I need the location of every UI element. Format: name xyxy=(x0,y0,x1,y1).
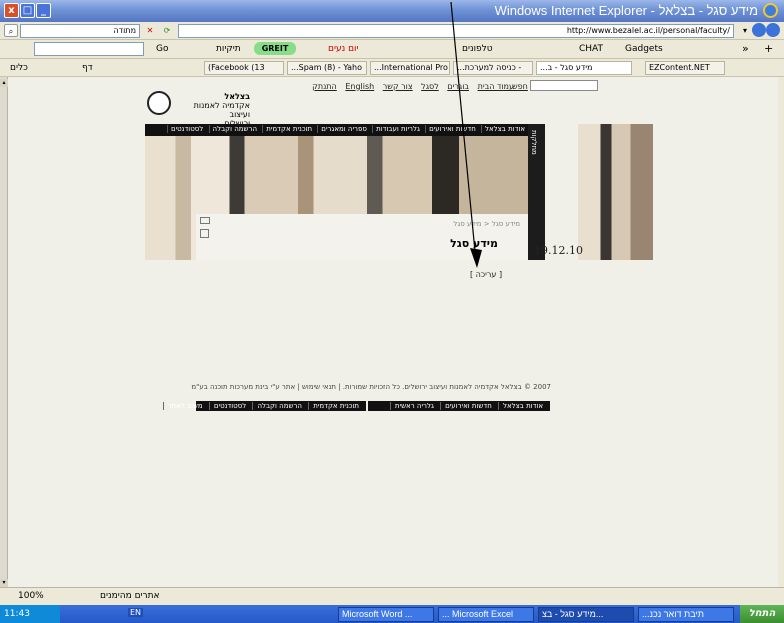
footer-link-academic[interactable]: תוכנית אקדמית xyxy=(308,402,363,410)
forward-icon[interactable] xyxy=(752,23,766,37)
logo-text: בצלאל אקדמיה לאמנות ועיצוב ירושלים xyxy=(176,92,250,128)
yom-label: יום נעים xyxy=(328,44,359,54)
nav-library[interactable]: ספריה ומאגרים xyxy=(317,125,370,133)
page-menu[interactable]: דף xyxy=(82,63,93,73)
link-english[interactable]: English xyxy=(345,82,374,91)
footer-link-feedback[interactable]: משוב לאתר xyxy=(162,402,207,410)
clock: 11:43 xyxy=(0,605,60,623)
nav-galleries[interactable]: גלריות ועבודות xyxy=(372,125,423,133)
logo-line-1: בצלאל xyxy=(224,92,250,101)
dropdown-icon[interactable]: ▾ xyxy=(738,24,752,37)
address-label-field[interactable]: מתודה xyxy=(20,24,140,38)
ie-logo-icon xyxy=(763,3,778,18)
footer-link-gallery[interactable]: גלריה ראשית xyxy=(389,402,438,410)
tools-menu[interactable]: כלים xyxy=(10,63,28,73)
email-icon[interactable] xyxy=(200,217,210,224)
bezalel-logo-icon[interactable] xyxy=(147,91,171,115)
departments-link[interactable]: מחלקות xyxy=(530,130,538,155)
tab-ezcontent[interactable]: EZContent.NET xyxy=(645,61,725,75)
arrow-line xyxy=(450,1,477,263)
site-search-input[interactable] xyxy=(530,80,598,91)
close-button[interactable]: x xyxy=(4,3,19,18)
nav-admission[interactable]: הרשמה וקבלה xyxy=(208,125,261,133)
print-icon[interactable] xyxy=(200,229,209,238)
back-icon[interactable] xyxy=(766,23,780,37)
logo-line-2: אקדמיה לאמנות ועיצוב xyxy=(193,101,250,119)
scrollbar[interactable] xyxy=(0,77,8,587)
tabs-label[interactable]: תיקיות xyxy=(216,44,241,54)
start-button[interactable]: התחל xyxy=(740,605,784,623)
task-ie[interactable]: מידע סגל - בצ... xyxy=(538,607,634,622)
footer-link-admission[interactable]: הרשמה וקבלה xyxy=(252,402,306,410)
date-label: 19.12.10 xyxy=(534,244,583,257)
task-word[interactable]: Microsoft Word ... xyxy=(338,607,434,622)
language-indicator[interactable]: EN xyxy=(128,608,144,617)
footer-link-news[interactable]: חדשות ואירועים xyxy=(440,402,496,410)
tab-international[interactable]: ...International Pro xyxy=(370,61,450,75)
link-faculty[interactable]: לסגל xyxy=(421,82,439,91)
scroll-down-icon[interactable]: ▾ xyxy=(0,579,8,587)
annotation-arrow xyxy=(450,1,482,268)
task-mail[interactable]: ...תיבת דואר נכנ xyxy=(638,607,734,622)
tab-yahoo[interactable]: ...Spam (8) - Yaho xyxy=(287,61,367,75)
window-title: מידע סגל - בצלאל - Windows Internet Expl… xyxy=(494,3,758,18)
arrow-head xyxy=(470,248,482,268)
tab-current[interactable]: ...מידע סגל - ב xyxy=(536,61,632,75)
refresh-icon[interactable]: ⟳ xyxy=(160,24,174,37)
nav-students[interactable]: לסטודנטים xyxy=(166,125,207,133)
zoom-level[interactable]: 100% xyxy=(18,591,44,601)
search-icon[interactable]: ⌕ xyxy=(4,24,18,37)
maximize-button[interactable]: □ xyxy=(20,3,35,18)
nav-academic[interactable]: תוכנית אקדמית xyxy=(262,125,316,133)
chat-button[interactable]: CHAT xyxy=(579,44,603,54)
scroll-up-icon[interactable]: ▴ xyxy=(0,79,8,87)
add-icon[interactable]: + xyxy=(764,42,773,55)
go-button[interactable]: Go xyxy=(156,44,168,54)
footer-link-students[interactable]: לסטודנטים xyxy=(208,402,251,410)
chevron-icon[interactable]: » xyxy=(742,42,749,55)
tab-facebook[interactable]: (Facebook (13 xyxy=(204,61,284,75)
minimize-button[interactable]: _ xyxy=(36,3,51,18)
greit-button[interactable]: GREIT xyxy=(254,42,296,55)
security-zone: אתרים מהימנים xyxy=(100,591,160,601)
footer-nav-a: אודות בצלאל חדשות ואירועים גלריה ראשית xyxy=(368,401,550,411)
task-excel[interactable]: ... Microsoft Excel xyxy=(438,607,534,622)
stop-icon[interactable]: ✕ xyxy=(143,24,157,37)
link-logout[interactable]: התנתק xyxy=(312,82,337,91)
link-contact[interactable]: צור קשר xyxy=(383,82,413,91)
footer-nav-b: תוכנית אקדמית הרשמה וקבלה לסטודנטים משוב… xyxy=(162,401,366,411)
footer-copyright: 2007 © בצלאל אקדמיה לאמנות ועיצוב ירושלי… xyxy=(191,383,551,391)
footer-link-about[interactable]: אודות בצלאל xyxy=(498,402,547,410)
hero-thumbnail xyxy=(578,124,653,260)
gadgets-button[interactable]: Gadgets xyxy=(625,44,663,54)
toolbar-search-input[interactable] xyxy=(34,42,144,56)
